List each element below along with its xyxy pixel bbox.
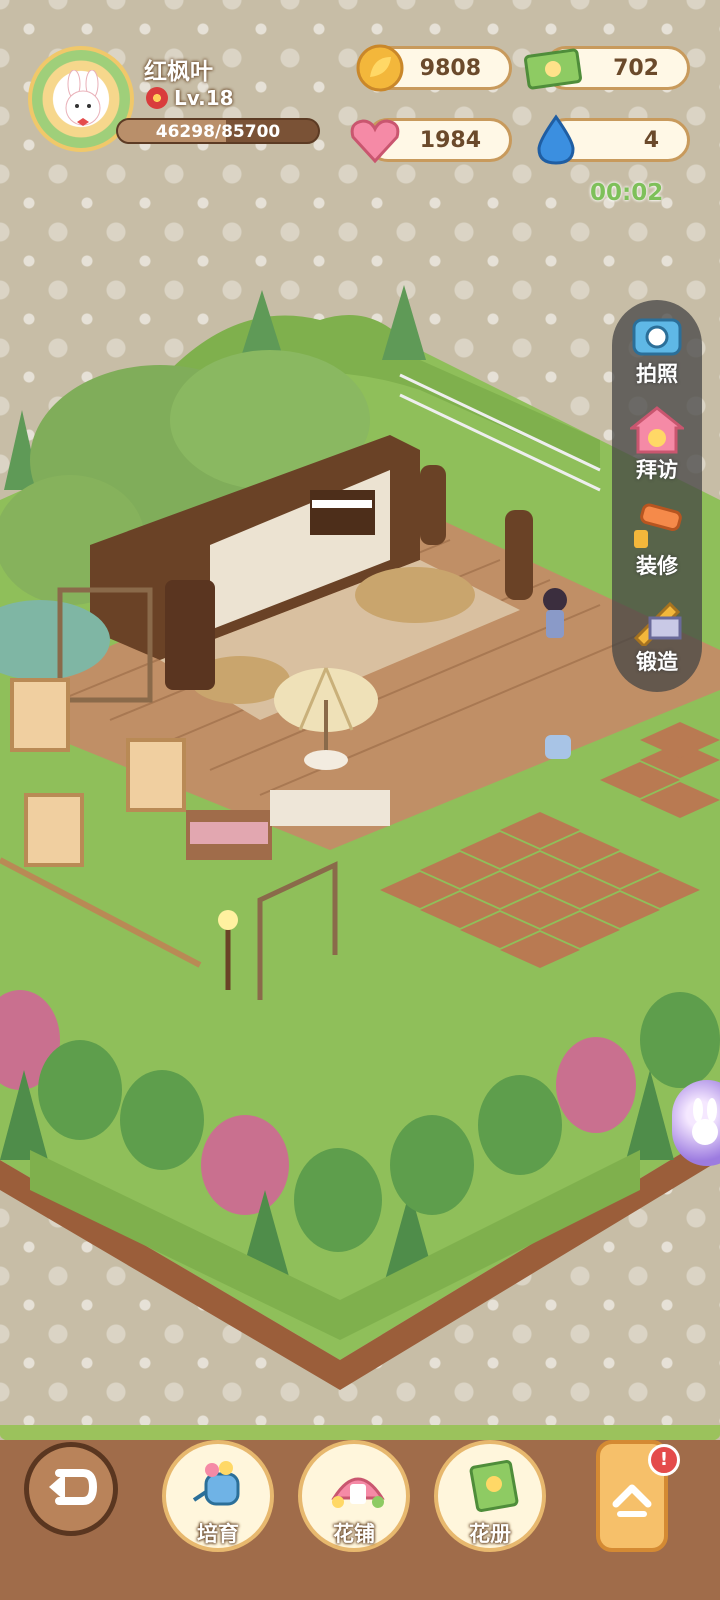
flower-shop-button[interactable]: 花铺 <box>298 1440 410 1552</box>
piano-keys <box>312 500 372 508</box>
flower-book-button[interactable]: 花册 <box>434 1440 546 1552</box>
player-level: Lv.18 <box>146 86 234 110</box>
heart-gem-icon <box>350 119 400 164</box>
event-timer: 00:02 <box>590 180 664 206</box>
forge-label: 锻造 <box>636 650 678 674</box>
flower-shop-label: 花铺 <box>333 1522 375 1546</box>
bunny-icon <box>692 1098 718 1145</box>
pine-tree <box>382 285 426 360</box>
ticket-counter[interactable]: 702 <box>524 46 690 90</box>
garden-scene[interactable] <box>0 0 720 1600</box>
player-name: 红枫叶 <box>144 59 213 85</box>
bunny-avatar-icon <box>65 70 101 126</box>
player-profile[interactable]: 红枫叶 Lv.18 46298/85700 <box>28 46 320 156</box>
leaf-coin-counter[interactable]: 9808 <box>356 44 512 92</box>
grandfather-clock[interactable] <box>420 465 446 545</box>
flower-shop-icon <box>331 1477 385 1508</box>
round-rug <box>355 567 475 623</box>
trellis-bench[interactable] <box>24 793 84 867</box>
ticket-icon <box>524 48 582 90</box>
trellis-bench[interactable] <box>10 678 70 752</box>
blue-chair[interactable] <box>545 735 571 759</box>
camera-icon <box>632 318 682 356</box>
decorate-label: 装修 <box>636 554 678 578</box>
water-drop-counter[interactable]: 4 <box>537 114 690 165</box>
photo-label: 拍照 <box>636 362 678 386</box>
photo-button[interactable]: 拍照 <box>612 304 702 396</box>
cultivate-label: 培育 <box>197 1522 239 1546</box>
bunny-bubble-button[interactable] <box>672 1080 720 1166</box>
forge-hammer-icon <box>633 601 682 646</box>
xp-text: 46298/85700 <box>155 122 281 142</box>
visit-button[interactable]: 拜访 <box>612 400 702 492</box>
side-menu: 拍照 拜访 装修 锻造 <box>612 300 702 692</box>
water-drop-value: 4 <box>643 128 659 153</box>
heart-gem-value: 1984 <box>419 128 481 153</box>
flower-book-icon <box>469 1459 519 1513</box>
bookshelf[interactable] <box>165 580 215 690</box>
player-character[interactable] <box>543 588 567 638</box>
lamp-light <box>218 910 238 930</box>
house-visit-icon <box>630 406 684 454</box>
flower-stall-cloth <box>190 822 268 844</box>
patio-table[interactable] <box>304 750 348 770</box>
notification-badge: ! <box>648 1444 680 1476</box>
leaf-coin-value: 9808 <box>419 56 481 81</box>
cultivate-button[interactable]: 培育 <box>162 1440 274 1552</box>
water-drop-icon <box>537 114 575 165</box>
watering-can-icon <box>192 1461 240 1506</box>
back-arrow-icon <box>49 1469 98 1505</box>
back-button[interactable] <box>24 1442 118 1536</box>
visit-label: 拜访 <box>636 458 678 482</box>
heart-gem-counter[interactable]: 1984 <box>350 118 512 164</box>
grandfather-clock[interactable] <box>505 510 533 600</box>
piano[interactable] <box>310 490 375 535</box>
ticket-value: 702 <box>613 56 659 81</box>
level-flower-icon <box>146 87 168 109</box>
level-text: Lv.18 <box>174 86 234 110</box>
paint-roller-icon <box>634 503 682 548</box>
flower-book-label: 花册 <box>469 1522 511 1546</box>
flower-planter[interactable] <box>270 790 390 826</box>
trellis-bench[interactable] <box>126 738 186 812</box>
forge-button[interactable]: 锻造 <box>612 592 702 684</box>
leaf-coin-icon <box>356 44 404 92</box>
decorate-button[interactable]: 装修 <box>612 496 702 588</box>
xp-progress-bar: 46298/85700 <box>116 118 320 144</box>
